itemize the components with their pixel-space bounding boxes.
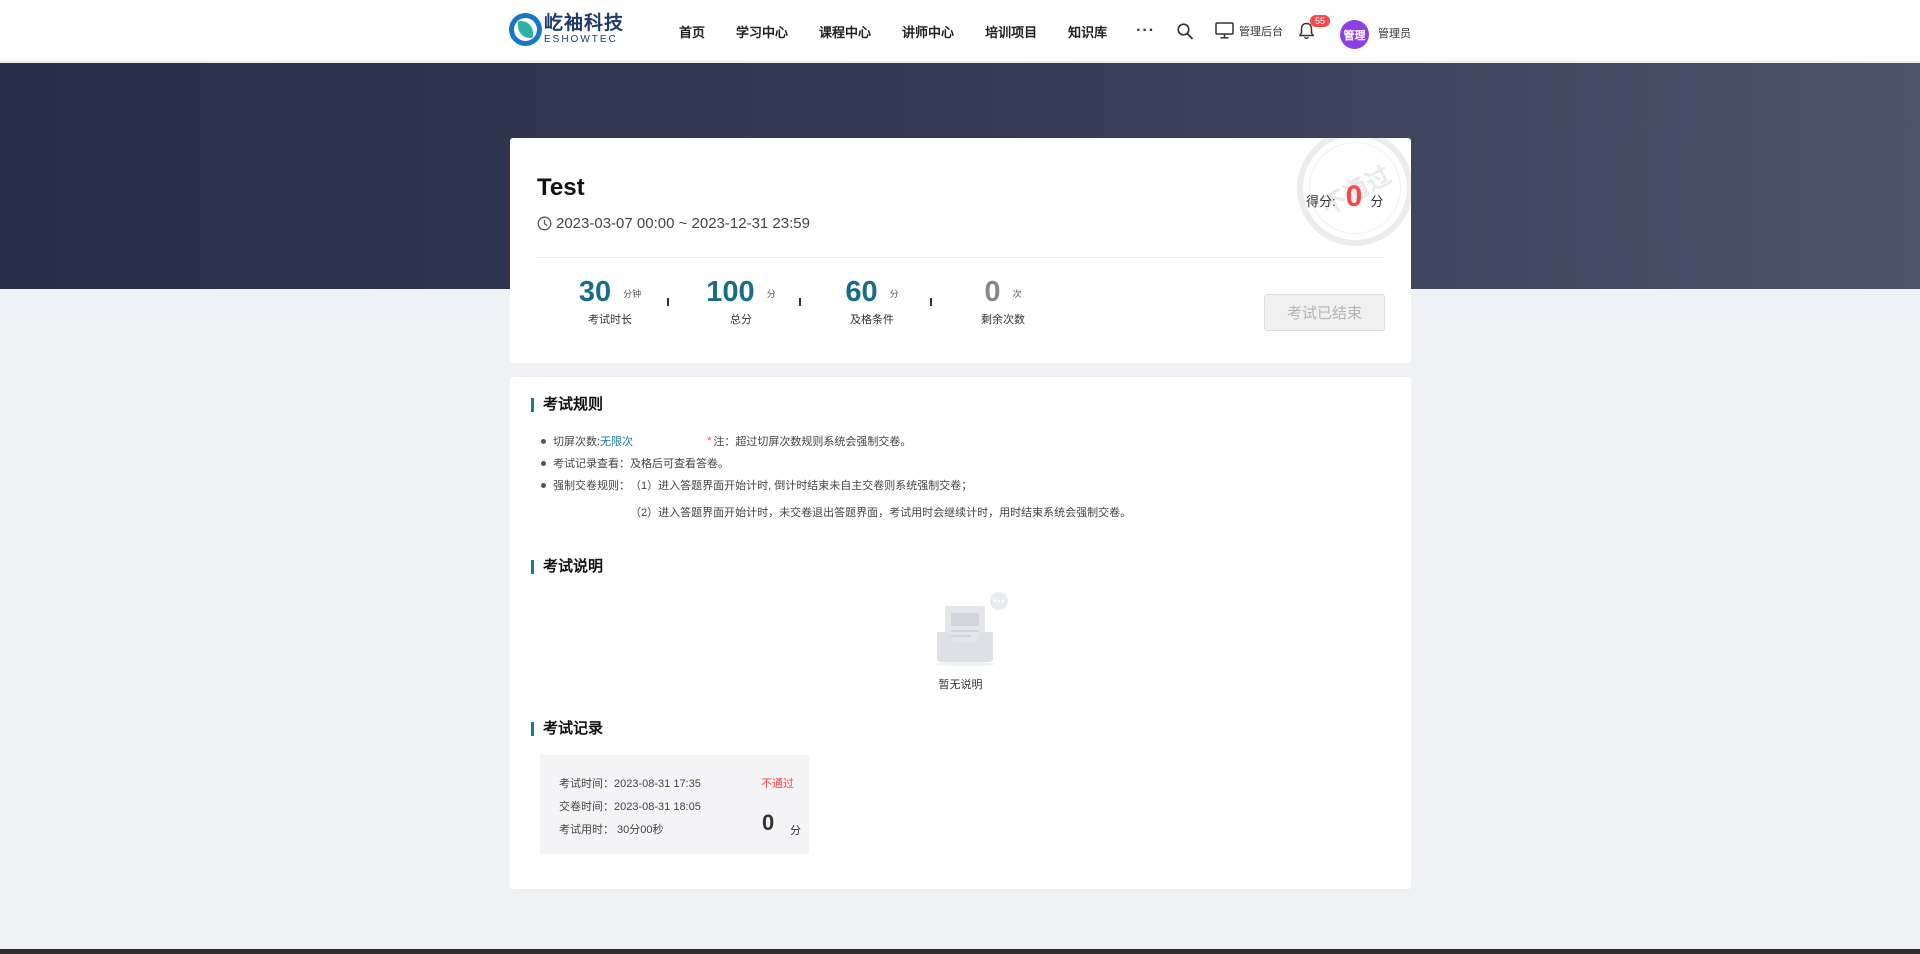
stat-value: 30 [578, 276, 612, 308]
rule-text: 考试记录查看：及格后可查看答卷。 [553, 458, 729, 470]
nav-item-learning-center[interactable]: 学习中心 [736, 22, 788, 41]
main-nav: 首页 学习中心 课程中心 讲师中心 培训项目 知识库 ··· [679, 0, 1155, 62]
exam-time-range: 2023-03-07 00:00 ~ 2023-12-31 23:59 [537, 215, 810, 232]
admin-console-label: 管理后台 [1239, 25, 1283, 38]
empty-inbox-icon [935, 592, 1008, 666]
rule-switch-screen: 切屏次数: 无限次 * 注：超过切屏次数规则系统会强制交卷。 [541, 433, 911, 449]
empty-description-text: 暂无说明 [938, 679, 983, 691]
rule-record-view: 考试记录查看：及格后可查看答卷。 [541, 455, 729, 471]
nav-item-knowledge-base[interactable]: 知识库 [1068, 22, 1107, 41]
exam-summary-card: 不通过 Test 2023-03-07 00:00 ~ 2023-12-31 2… [510, 138, 1411, 363]
stat-unit: 分 [889, 289, 899, 299]
top-navbar: 屹袖科技 ESHOWTEC 首页 学习中心 课程中心 讲师中心 培训项目 知识库… [0, 0, 1920, 62]
nav-item-training-projects[interactable]: 培训项目 [985, 22, 1037, 41]
rule-force-submit: 强制交卷规则： （1）进入答题界面开始计时, 倒计时结束未自主交卷则系统强制交卷… [541, 477, 972, 493]
score-value: 0 [1345, 180, 1363, 213]
rule-label: 切屏次数: [553, 436, 601, 448]
exam-ended-button[interactable]: 考试已结束 [1264, 294, 1385, 331]
record-status-badge: 不通过 [761, 778, 794, 790]
rule-label: 强制交卷规则： [553, 480, 630, 492]
required-mark: * [707, 435, 712, 447]
notification-badge: 55 [1310, 15, 1331, 27]
stat-unit: 分钟 [623, 289, 642, 299]
score-label: 得分: [1306, 194, 1336, 209]
nav-item-course-center[interactable]: 课程中心 [819, 22, 871, 41]
stat-duration: 30 分钟 考试时长 [555, 276, 665, 327]
brand-name-en: ESHOWTEC [544, 34, 618, 45]
record-score: 0 [762, 810, 775, 835]
rule-force-submit-2: （2）进入答题界面开始计时，未交卷退出答题界面，考试用时会继续计时，用时结束系统… [630, 507, 1132, 519]
bullet [541, 482, 546, 488]
exam-time-text: 2023-03-07 00:00 ~ 2023-12-31 23:59 [556, 215, 810, 232]
stat-separator [799, 298, 801, 306]
brand-name: 屹袖科技 [544, 13, 625, 34]
stat-unit: 分 [766, 289, 776, 299]
stat-unit: 次 [1012, 289, 1022, 299]
stat-value: 60 [845, 276, 878, 308]
record-duration: 考试用时： 30分00秒 [559, 824, 664, 836]
rule-value: 无限次 [600, 436, 634, 448]
nav-more-button[interactable]: ··· [1136, 22, 1155, 40]
monitor-icon [1215, 22, 1234, 39]
rule-text: （1）进入答题界面开始计时, 倒计时结束未自主交卷则系统强制交卷； [630, 480, 973, 492]
record-start-time: 考试时间：2023-08-31 17:35 [559, 778, 701, 790]
bullet [541, 438, 546, 444]
avatar[interactable]: 管理 [1340, 20, 1369, 49]
stat-value: 100 [706, 276, 755, 308]
clock-icon [537, 216, 552, 231]
stat-caption: 考试时长 [588, 314, 632, 326]
exam-title: Test [537, 174, 585, 201]
record-score-unit: 分 [790, 825, 801, 837]
bullet [541, 460, 546, 466]
section-title-description: 考试说明 [531, 559, 603, 574]
footer-strip [0, 949, 1920, 954]
nav-item-lecturer-center[interactable]: 讲师中心 [902, 22, 954, 41]
exam-score: 得分: 0 分 [1306, 180, 1383, 214]
record-submit-time: 交卷时间：2023-08-31 18:05 [559, 801, 701, 813]
admin-console-link[interactable]: 管理后台 [1215, 22, 1283, 39]
section-title-rules: 考试规则 [531, 397, 603, 412]
stat-pass-condition: 60 分 及格条件 [817, 276, 927, 327]
stat-caption: 剩余次数 [981, 314, 1025, 326]
rule-note: 注：超过切屏次数规则系统会强制交卷。 [713, 436, 912, 448]
search-icon[interactable] [1177, 23, 1193, 40]
logo-icon [509, 13, 542, 46]
stat-caption: 总分 [730, 314, 752, 326]
stat-separator [667, 298, 669, 306]
username[interactable]: 管理员 [1378, 25, 1411, 41]
nav-item-home[interactable]: 首页 [679, 22, 705, 41]
stat-remaining-attempts: 0 次 剩余次数 [948, 276, 1058, 327]
exam-record-card[interactable]: 考试时间：2023-08-31 17:35 交卷时间：2023-08-31 18… [540, 755, 809, 854]
divider [537, 257, 1385, 258]
stat-value: 0 [984, 276, 1001, 308]
exam-detail-card: 考试规则 切屏次数: 无限次 * 注：超过切屏次数规则系统会强制交卷。 考试记录… [510, 377, 1411, 889]
stat-total-score: 100 分 总分 [686, 276, 796, 327]
score-unit: 分 [1370, 194, 1384, 209]
stat-separator [930, 298, 932, 306]
section-title-records: 考试记录 [531, 721, 603, 736]
stat-caption: 及格条件 [850, 314, 894, 326]
brand-logo[interactable]: 屹袖科技 ESHOWTEC [509, 13, 624, 46]
